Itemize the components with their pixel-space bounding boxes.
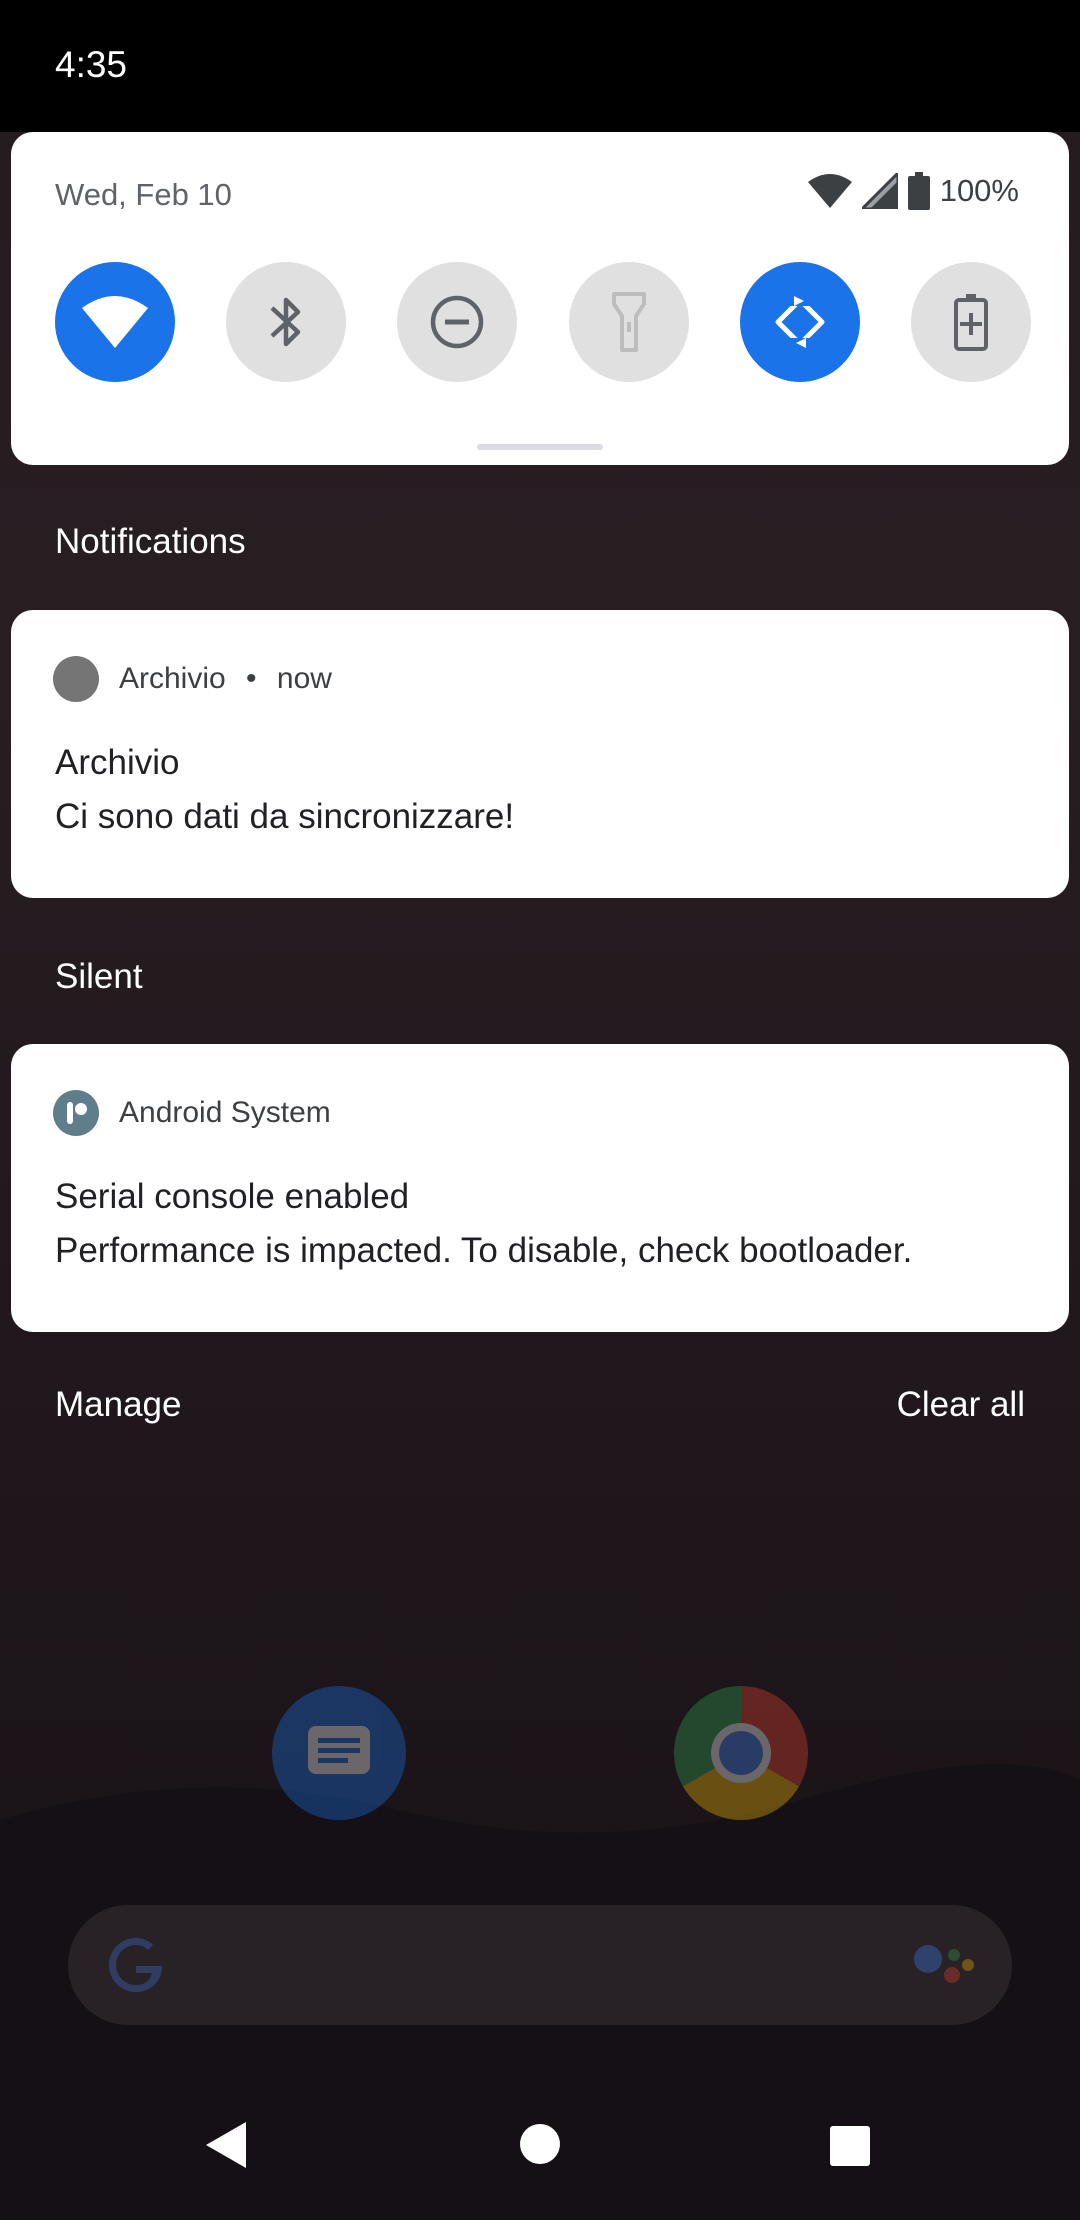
auto-rotate-icon <box>775 296 825 348</box>
qs-date: Wed, Feb 10 <box>55 177 232 212</box>
notification-text: Performance is impacted. To disable, che… <box>55 1231 913 1270</box>
notification-title: Archivio <box>55 743 180 782</box>
battery-percent: 100% <box>939 173 1019 208</box>
wifi-signal-icon <box>807 174 852 208</box>
flashlight-icon <box>611 292 646 352</box>
battery-icon <box>907 172 930 210</box>
assistant-icon[interactable] <box>912 1941 976 1991</box>
android-system-icon <box>53 1090 99 1136</box>
status-bar: 4:35 <box>0 0 1080 132</box>
google-g-icon <box>109 1938 162 1992</box>
back-icon[interactable] <box>204 2120 248 2170</box>
do-not-disturb-icon <box>431 295 484 349</box>
notifications-header: Notifications <box>55 522 246 561</box>
status-time: 4:35 <box>55 44 128 85</box>
google-search-bar[interactable] <box>68 1905 1012 2025</box>
notification-app-name: Android System <box>119 1096 331 1129</box>
flashlight-tile[interactable] <box>568 262 689 382</box>
auto-rotate-tile[interactable] <box>739 262 860 382</box>
chrome-app-icon[interactable] <box>674 1686 808 1820</box>
quick-settings-panel: Wed, Feb 10 100% <box>11 132 1069 465</box>
clear-all-button[interactable]: Clear all <box>897 1385 1025 1425</box>
battery-saver-tile[interactable] <box>910 262 1031 382</box>
home-icon[interactable] <box>520 2124 560 2164</box>
silent-header: Silent <box>55 957 143 996</box>
qs-drag-handle[interactable] <box>477 444 603 450</box>
app-icon <box>53 656 99 702</box>
do-not-disturb-tile[interactable] <box>397 262 518 382</box>
notification-header: Android System <box>53 1090 331 1136</box>
notification-card-android-system[interactable]: Android System Serial console enabled Pe… <box>11 1044 1069 1332</box>
wifi-tile[interactable] <box>55 262 175 382</box>
separator-dot: • <box>246 662 257 695</box>
recents-icon[interactable] <box>830 2126 870 2166</box>
bluetooth-tile[interactable] <box>226 262 347 382</box>
cell-signal-icon <box>861 173 898 209</box>
notification-card-archivio[interactable]: Archivio • now Archivio Ci sono dati da … <box>11 610 1069 898</box>
notification-app-name: Archivio <box>119 662 226 695</box>
notification-text: Ci sono dati da sincronizzare! <box>55 797 515 836</box>
notification-time: now <box>276 662 332 695</box>
notification-header: Archivio • now <box>53 656 332 702</box>
messages-app-icon[interactable] <box>272 1686 406 1820</box>
manage-button[interactable]: Manage <box>55 1385 181 1425</box>
navigation-bar <box>0 2080 1080 2220</box>
qs-status-icons: 100% <box>807 172 1019 210</box>
wifi-icon <box>82 296 148 348</box>
bluetooth-icon <box>270 297 301 347</box>
notification-title: Serial console enabled <box>55 1177 410 1216</box>
battery-saver-icon <box>953 294 988 351</box>
